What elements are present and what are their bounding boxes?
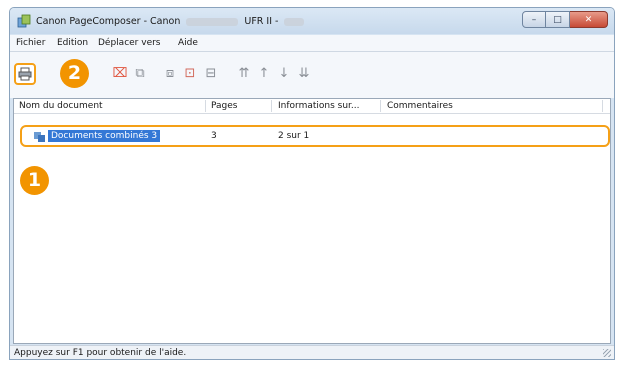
column-divider[interactable]: [380, 100, 381, 112]
list-header: Nom du document Pages Informations sur..…: [14, 99, 610, 114]
print-icon: [18, 67, 32, 81]
callout-badge-2: 2: [60, 59, 89, 88]
document-pages: 3: [211, 131, 217, 141]
move-bottom-icon[interactable]: ⇊: [296, 67, 312, 81]
move-up-icon[interactable]: ↑: [256, 67, 272, 81]
menu-fichier[interactable]: Fichier: [16, 38, 45, 48]
print-button[interactable]: [14, 63, 36, 85]
column-header-name[interactable]: Nom du document: [19, 101, 103, 111]
minimize-button[interactable]: –: [522, 11, 546, 28]
column-header-info[interactable]: Informations sur...: [278, 101, 360, 111]
column-divider[interactable]: [271, 100, 272, 112]
column-divider[interactable]: [205, 100, 206, 112]
column-header-pages[interactable]: Pages: [211, 101, 237, 111]
window-controls: – □ ✕: [522, 11, 608, 29]
column-header-comments[interactable]: Commentaires: [387, 101, 453, 111]
maximize-button[interactable]: □: [546, 11, 570, 28]
close-button[interactable]: ✕: [570, 11, 608, 28]
document-name[interactable]: Documents combinés 3: [48, 130, 161, 142]
callout-badge-1: 1: [20, 166, 49, 195]
column-divider[interactable]: [602, 100, 603, 112]
menu-edition[interactable]: Edition: [57, 38, 88, 48]
menu-deplacer-vers[interactable]: Déplacer vers: [98, 38, 161, 48]
status-text: Appuyez sur F1 pour obtenir de l'aide.: [14, 348, 187, 358]
resize-grip[interactable]: [603, 349, 611, 357]
document-list[interactable]: Nom du document Pages Informations sur..…: [13, 98, 611, 344]
document-icon: [34, 132, 45, 142]
document-info: 2 sur 1: [278, 131, 310, 141]
menu-bar: Fichier Edition Déplacer vers Aide: [10, 35, 614, 52]
edit-icon[interactable]: ⊡: [182, 67, 198, 81]
menu-aide[interactable]: Aide: [178, 38, 198, 48]
window-title: Canon PageComposer - Canon UFR II -: [36, 16, 310, 27]
preview-icon[interactable]: ⊟: [203, 67, 219, 81]
toolbar: 2 ⌧ ⧉ ⧈ ⊡ ⊟ ⇈ ↑ ↓ ⇊: [10, 52, 614, 98]
app-window: Canon PageComposer - Canon UFR II - – □ ✕…: [9, 7, 615, 360]
delete-icon[interactable]: ⌧: [112, 67, 128, 81]
move-top-icon[interactable]: ⇈: [236, 67, 252, 81]
move-down-icon[interactable]: ↓: [276, 67, 292, 81]
title-bar[interactable]: Canon PageComposer - Canon UFR II - – □ ✕: [10, 8, 614, 34]
app-icon: [17, 14, 31, 28]
combine-icon[interactable]: ⧉: [132, 67, 148, 81]
split-icon[interactable]: ⧈: [162, 67, 178, 81]
status-bar: Appuyez sur F1 pour obtenir de l'aide.: [10, 345, 614, 359]
